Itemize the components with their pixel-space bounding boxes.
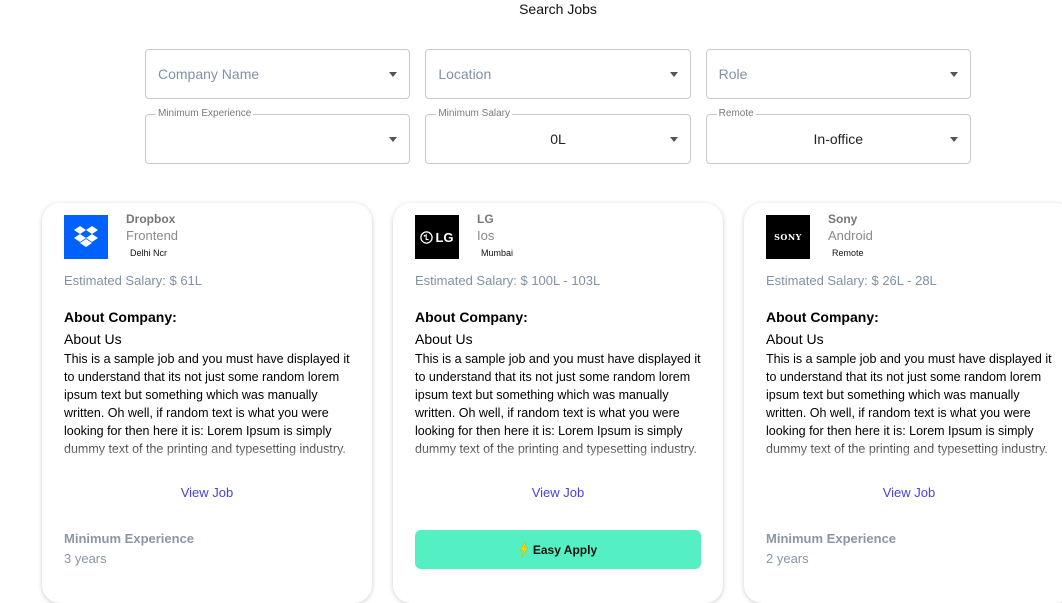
min-salary-label: Minimum Salary <box>436 107 513 121</box>
lg-face-icon <box>420 230 434 244</box>
estimated-salary: Estimated Salary: $ 100L - 103L <box>415 273 601 288</box>
easy-apply-label: Easy Apply <box>532 542 598 557</box>
view-job-link[interactable]: View Job <box>744 485 1062 500</box>
company-name-select[interactable]: Company Name <box>145 49 411 99</box>
job-card: SONY Sony Android Remote Estimated Salar… <box>744 203 1062 603</box>
role-select[interactable]: Role <box>705 49 971 99</box>
estimated-salary: Estimated Salary: $ 26L - 28L <box>766 273 937 288</box>
chevron-down-icon <box>389 137 398 142</box>
job-location: Delhi Ncr <box>130 248 168 258</box>
sony-logo: SONY <box>766 215 810 259</box>
about-company-heading: About Company: <box>64 309 177 325</box>
company-name: LG <box>477 212 494 226</box>
location-placeholder: Location <box>438 66 492 82</box>
location-select[interactable]: Location <box>425 49 691 99</box>
min-experience-heading: Minimum Experience <box>64 531 195 546</box>
about-us-subheading: About Us <box>766 331 824 347</box>
lightning-icon <box>519 542 529 557</box>
company-name-placeholder: Company Name <box>158 66 260 82</box>
chevron-down-icon <box>389 72 398 77</box>
lg-logo: LG <box>415 215 459 259</box>
view-job-link[interactable]: View Job <box>42 485 372 500</box>
min-experience-value: 3 years <box>64 551 107 566</box>
about-company-heading: About Company: <box>766 309 879 325</box>
filters-row-1: Company Name Location Role <box>145 49 971 99</box>
chevron-down-icon <box>949 72 958 77</box>
about-company-text: This is a sample job and you must have d… <box>766 352 1052 456</box>
about-company-text: This is a sample job and you must have d… <box>415 352 701 456</box>
role-placeholder: Role <box>718 66 748 82</box>
view-job-link[interactable]: View Job <box>393 485 723 500</box>
easy-apply-button[interactable]: Easy Apply <box>415 530 701 569</box>
job-role: Ios <box>477 228 495 243</box>
remote-label: Remote <box>716 107 756 121</box>
min-experience-heading: Minimum Experience <box>766 531 897 546</box>
company-name: Sony <box>828 212 858 226</box>
about-company-text: This is a sample job and you must have d… <box>64 352 350 456</box>
min-experience-label: Minimum Experience <box>156 107 254 121</box>
lg-logo-text: LG <box>435 229 454 245</box>
min-experience-select[interactable]: Minimum Experience <box>145 107 411 164</box>
sony-logo-text: SONY <box>774 232 802 242</box>
min-experience-value: 2 years <box>766 551 809 566</box>
chevron-down-icon <box>669 137 678 142</box>
job-card: Dropbox Frontend Delhi Ncr Estimated Sal… <box>42 203 372 603</box>
filters-panel: Company Name Location Role Minimum Exper… <box>145 49 971 179</box>
job-card: LG LG Ios Mumbai Estimated Salary: $ 100… <box>393 203 723 603</box>
chevron-down-icon <box>949 137 958 142</box>
job-role: Android <box>828 228 873 243</box>
job-role: Frontend <box>126 228 179 243</box>
chevron-down-icon <box>669 72 678 77</box>
about-us-subheading: About Us <box>64 331 122 347</box>
about-company-heading: About Company: <box>415 309 528 325</box>
remote-select[interactable]: Remote In-office <box>705 107 971 164</box>
dropbox-logo <box>64 215 108 259</box>
page-title: Search Jobs <box>519 1 597 17</box>
about-us-subheading: About Us <box>415 331 473 347</box>
min-salary-value: 0L <box>550 131 566 147</box>
job-location: Remote <box>832 248 864 258</box>
job-location: Mumbai <box>481 248 514 258</box>
min-salary-select[interactable]: Minimum Salary 0L <box>425 107 691 164</box>
estimated-salary: Estimated Salary: $ 61L <box>64 273 203 288</box>
filters-row-2: Minimum Experience Minimum Salary 0L Rem… <box>145 107 971 164</box>
company-name: Dropbox <box>126 212 176 226</box>
remote-value: In-office <box>813 131 864 147</box>
dropbox-icon <box>74 226 98 247</box>
